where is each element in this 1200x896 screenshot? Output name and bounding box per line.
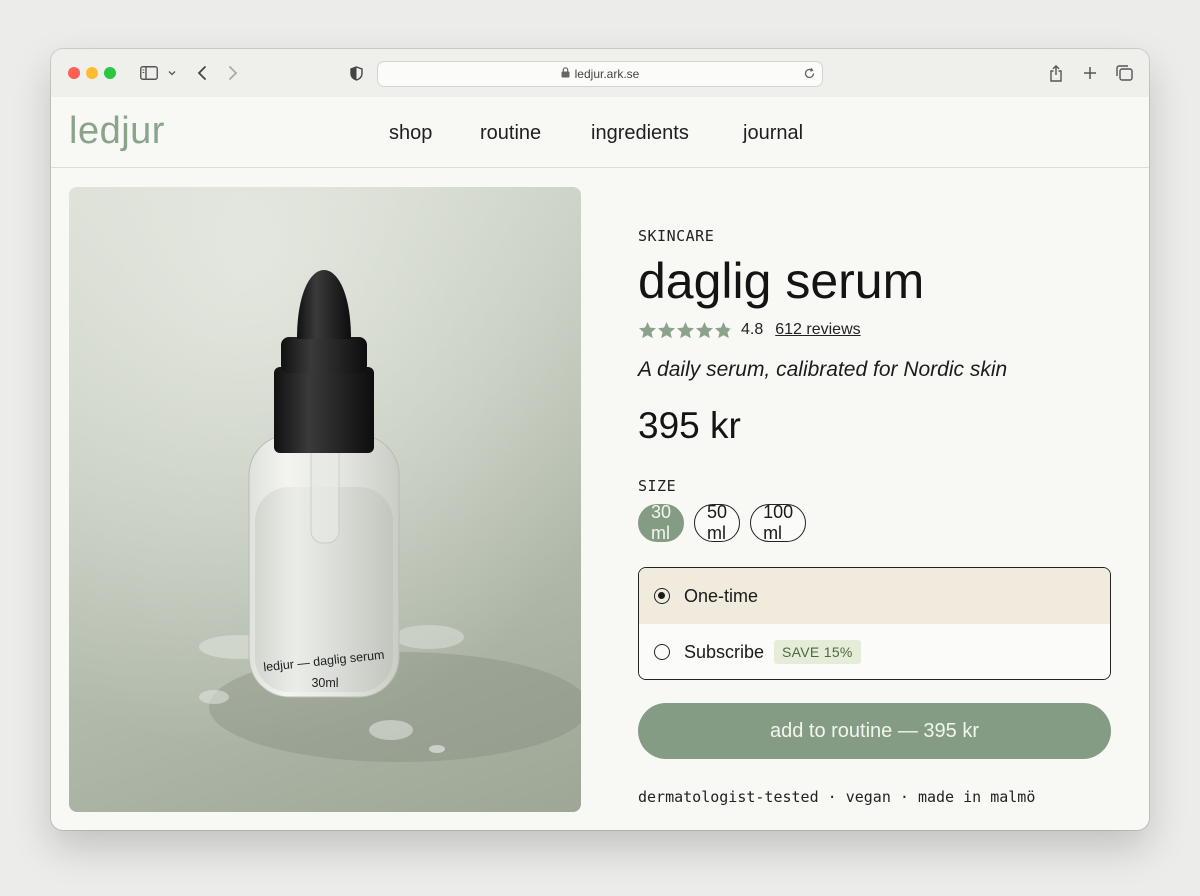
- privacy-shield-icon[interactable]: [347, 61, 365, 85]
- site-navbar: ledjur shop routine ingredients journal: [51, 97, 1149, 168]
- nav-item-shop[interactable]: shop: [389, 121, 432, 145]
- reviews-link[interactable]: 612 reviews: [775, 321, 860, 339]
- new-tab-icon[interactable]: [1081, 61, 1099, 85]
- forward-icon[interactable]: [224, 61, 242, 85]
- size-option-100ml[interactable]: 100 ml: [750, 502, 807, 543]
- product-claims: dermatologist-tested · vegan · made in m…: [638, 788, 1036, 806]
- star-icon: [715, 322, 732, 339]
- reload-icon[interactable]: [803, 67, 816, 85]
- bottle-label-line-2: 30ml: [311, 676, 338, 690]
- star-icon: [677, 322, 694, 339]
- size-option-50ml[interactable]: 50 ml: [694, 502, 741, 543]
- one-time-label: One-time: [684, 585, 759, 606]
- site-logo[interactable]: ledjur: [69, 111, 165, 151]
- address-bar[interactable]: ledjur.ark.se: [377, 61, 823, 87]
- lock-icon: [561, 65, 570, 83]
- size-option-30ml[interactable]: 30 ml: [638, 502, 685, 543]
- product-title: daglig serum: [638, 253, 925, 309]
- product-rating: 4.8 612 reviews: [638, 321, 861, 339]
- save-badge: SAVE 15%: [774, 640, 861, 664]
- subscribe-radio[interactable]: [654, 644, 670, 660]
- one-time-option[interactable]: One-time: [639, 568, 1110, 625]
- share-icon[interactable]: [1047, 61, 1065, 85]
- back-icon[interactable]: [193, 61, 211, 85]
- size-label: SIZE: [638, 477, 677, 495]
- product-tagline: A daily serum, calibrated for Nordic ski…: [638, 358, 1008, 381]
- tab-overview-icon[interactable]: [1114, 61, 1134, 85]
- chevron-down-icon[interactable]: [166, 61, 178, 85]
- browser-window: ledjur.ark.se ledjur shop routine ingred…: [51, 49, 1149, 830]
- rating-value: 4.8: [741, 321, 764, 338]
- minimize-window-button[interactable]: [86, 67, 98, 79]
- zoom-window-button[interactable]: [104, 67, 116, 79]
- url-text: ledjur.ark.se: [574, 67, 640, 81]
- sidebar-toggle-icon[interactable]: [139, 61, 159, 85]
- purchase-options: One-time Subscribe SAVE 15%: [638, 567, 1111, 680]
- subscribe-option[interactable]: Subscribe SAVE 15%: [639, 624, 1110, 679]
- star-icon: [696, 322, 713, 339]
- size-options: 30 ml 50 ml 100 ml: [638, 502, 807, 543]
- subscribe-label: Subscribe: [684, 641, 765, 662]
- product-image: ledjur — daglig serum 30ml: [69, 187, 581, 812]
- nav-item-journal[interactable]: journal: [743, 121, 803, 145]
- product-category: SKINCARE: [638, 227, 715, 245]
- browser-toolbar: ledjur.ark.se: [51, 49, 1149, 98]
- one-time-radio[interactable]: [654, 588, 670, 604]
- product-price: 395 kr: [638, 405, 741, 446]
- rating-stars: [638, 321, 733, 339]
- add-to-routine-button[interactable]: add to routine — 395 kr: [638, 703, 1111, 759]
- nav-item-ingredients[interactable]: ingredients: [591, 121, 689, 145]
- star-icon: [639, 322, 656, 339]
- star-icon: [658, 322, 675, 339]
- nav-item-routine[interactable]: routine: [480, 121, 541, 145]
- close-window-button[interactable]: [68, 67, 80, 79]
